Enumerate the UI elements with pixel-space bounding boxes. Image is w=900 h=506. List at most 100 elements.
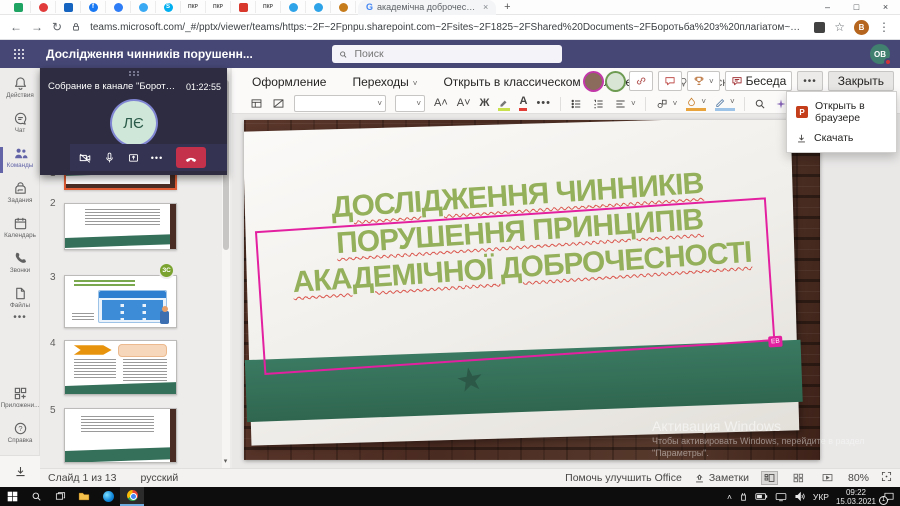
forward-button[interactable]: →	[31, 20, 43, 34]
sidebar-item-files[interactable]: Файлы	[0, 286, 40, 309]
sidebar-item-help[interactable]: ? Справка	[0, 421, 40, 444]
teams-user-avatar[interactable]: ОВ	[870, 44, 890, 64]
pinned-tab[interactable]	[56, 1, 81, 13]
sidebar-item-more[interactable]: •••	[0, 312, 40, 323]
current-slide[interactable]: ★ ДОСЛІДЖЕННЯ ЧИННИКІВ ПОРУШЕННЯ ПРИНЦИП…	[244, 120, 820, 460]
minimize-button[interactable]: –	[813, 0, 842, 15]
normal-view-button[interactable]	[761, 471, 778, 485]
more-font-options[interactable]: •••	[536, 98, 551, 109]
pinned-tab[interactable]	[106, 1, 131, 13]
improve-office-link[interactable]: Помочь улучшить Office	[565, 472, 682, 484]
back-button[interactable]: ←	[10, 20, 22, 34]
bullet-list-button[interactable]	[570, 98, 583, 110]
pinned-tab[interactable]	[331, 1, 356, 13]
comments-button[interactable]	[658, 71, 682, 91]
shape-outline-button[interactable]: ˅	[715, 97, 735, 111]
file-explorer-button[interactable]	[72, 487, 96, 506]
shape-fill-button[interactable]: ˅	[686, 97, 706, 111]
pinned-tab[interactable]: f	[81, 1, 106, 13]
bold-button[interactable]: Ж	[480, 98, 490, 109]
close-presentation-button[interactable]: Закрыть	[828, 71, 894, 91]
pinned-tab[interactable]	[231, 1, 256, 13]
download-desktop-app-button[interactable]	[0, 455, 40, 487]
tab-close-icon[interactable]: ×	[483, 2, 488, 12]
ribbon-more-button[interactable]: •••	[797, 71, 823, 91]
new-tab-button[interactable]: +	[496, 1, 518, 13]
pinned-tab[interactable]	[306, 1, 331, 13]
insert-shapes-button[interactable]: ˅	[655, 98, 678, 110]
keyboard-language[interactable]: УКР	[813, 492, 829, 502]
font-family-select[interactable]: ˅	[294, 95, 386, 112]
slide-thumbnail-4[interactable]	[64, 340, 177, 395]
find-button[interactable]	[754, 98, 766, 110]
language-setting[interactable]: русский	[141, 472, 179, 484]
action-center-button[interactable]: 1	[883, 491, 895, 503]
sidebar-item-activity[interactable]: Действия	[0, 76, 40, 99]
font-color-button[interactable]: A	[519, 96, 527, 111]
shrink-font-button[interactable]: A˅	[457, 98, 471, 109]
font-size-select[interactable]: ˅	[395, 95, 425, 112]
hang-up-button[interactable]	[176, 147, 206, 168]
display-icon[interactable]	[775, 492, 787, 502]
sidebar-item-chat[interactable]: Чат	[0, 111, 40, 134]
coauthor-avatar-1[interactable]	[585, 73, 602, 90]
zoom-level[interactable]: 80%	[848, 472, 869, 484]
pinned-tab[interactable]: ПКР	[206, 1, 231, 13]
battery-icon[interactable]	[755, 492, 768, 501]
slideshow-view-button[interactable]	[819, 471, 836, 485]
browser-menu-icon[interactable]: ⋮	[878, 20, 890, 34]
slide-thumbnail-5[interactable]	[64, 408, 177, 463]
sidebar-item-calls[interactable]: Звонки	[0, 251, 40, 274]
camera-off-button[interactable]	[74, 147, 96, 169]
layout-icon[interactable]	[272, 97, 285, 110]
search-input[interactable]	[352, 47, 555, 61]
sidebar-item-teams[interactable]: Команды	[0, 146, 40, 169]
address-bar[interactable]: teams.microsoft.com/_#/pptx/viewer/teams…	[90, 22, 805, 33]
active-tab[interactable]: G академічна доброчесність кон... ×	[358, 0, 496, 15]
coauthor-avatar-2[interactable]	[607, 73, 624, 90]
grow-font-button[interactable]: A˄	[434, 98, 448, 109]
tab-transitions[interactable]: Переходы˅	[352, 75, 417, 89]
designer-button[interactable]	[775, 98, 787, 110]
fit-to-window-button[interactable]	[881, 471, 892, 485]
close-button[interactable]: ×	[871, 0, 900, 15]
app-launcher-icon[interactable]	[14, 49, 16, 51]
tab-design[interactable]: Оформление	[252, 75, 326, 89]
sidebar-item-calendar[interactable]: Календарь	[0, 216, 40, 239]
conversation-button[interactable]: Беседа	[725, 71, 793, 91]
slide-thumbnail-3[interactable]	[64, 275, 177, 328]
taskbar-clock[interactable]: 09:22 15.03.2021	[836, 488, 876, 506]
slide-sorter-view-button[interactable]	[790, 471, 807, 485]
bookmark-star-icon[interactable]: ☆	[834, 20, 845, 34]
sidebar-item-apps[interactable]: Приложени...	[0, 386, 40, 409]
maximize-button[interactable]: □	[842, 0, 871, 15]
tray-expand-button[interactable]: ˄	[727, 492, 732, 502]
meeting-mini-window[interactable]: Собрание в канале "Боротьба з п... 01:22…	[40, 68, 227, 175]
sidebar-item-assignments[interactable]: Задания	[0, 181, 40, 204]
share-screen-button[interactable]	[122, 147, 144, 169]
pinned-tab[interactable]	[6, 1, 31, 13]
pinned-tab[interactable]	[31, 1, 56, 13]
drag-handle-icon[interactable]	[129, 71, 131, 73]
pinned-tab[interactable]: ПКР	[256, 1, 281, 13]
menu-item-download[interactable]: Скачать	[787, 128, 896, 148]
chrome-button[interactable]	[120, 487, 144, 506]
pinned-tab[interactable]	[281, 1, 306, 13]
scroll-down-button[interactable]: ▾	[220, 455, 231, 467]
start-button[interactable]	[0, 487, 24, 506]
browser-profile-avatar[interactable]: B	[854, 20, 869, 35]
usb-icon[interactable]	[739, 491, 748, 502]
pinned-tab[interactable]: ПКР	[181, 1, 206, 13]
edge-button[interactable]	[96, 487, 120, 506]
notes-button[interactable]: Заметки	[694, 472, 749, 484]
microphone-button[interactable]	[98, 147, 120, 169]
pinned-tab[interactable]	[131, 1, 156, 13]
extension-icon[interactable]	[814, 22, 825, 33]
numbered-list-button[interactable]	[592, 98, 605, 110]
teams-search-box[interactable]	[332, 45, 562, 63]
pinned-tab[interactable]: S	[156, 1, 181, 13]
align-button[interactable]: ˅	[614, 98, 636, 110]
slide-thumbnail-2[interactable]	[64, 203, 177, 250]
highlight-color-button[interactable]	[498, 97, 510, 111]
call-more-options[interactable]: •••	[146, 147, 168, 169]
